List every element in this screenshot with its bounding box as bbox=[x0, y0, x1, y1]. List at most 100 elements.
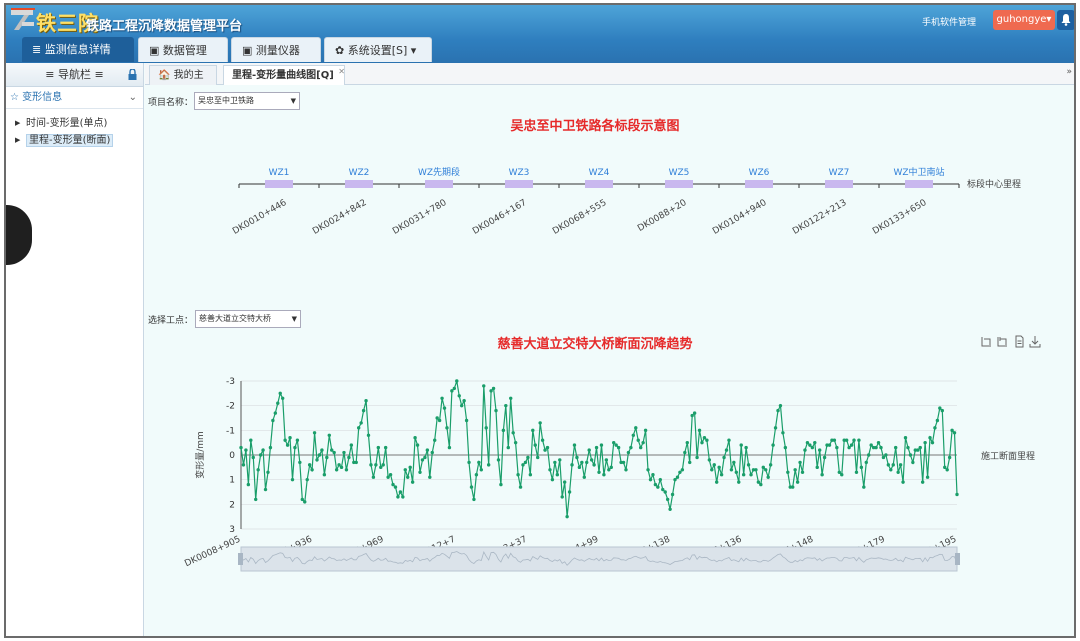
data-point bbox=[484, 426, 488, 430]
data-point bbox=[849, 443, 854, 447]
data-point bbox=[263, 487, 268, 492]
data-point bbox=[472, 497, 476, 502]
chevron-down-icon: ⌄ bbox=[128, 92, 137, 103]
segment-bar bbox=[585, 180, 613, 188]
data-point bbox=[609, 465, 613, 470]
segment-label: WZ先期段 bbox=[418, 166, 460, 178]
data-point bbox=[565, 514, 569, 519]
data-point bbox=[241, 463, 246, 467]
data-point bbox=[712, 463, 716, 467]
document-icon: ▣ bbox=[149, 44, 160, 57]
data-point bbox=[361, 408, 366, 413]
point-select-value: 慈善大道立交特大桥 bbox=[199, 314, 271, 323]
data-point bbox=[778, 403, 783, 408]
tab-home[interactable]: 🏠 我的主页 bbox=[149, 65, 217, 100]
data-point bbox=[469, 485, 474, 489]
data-point bbox=[322, 473, 327, 477]
close-icon[interactable]: ✕ bbox=[338, 62, 345, 81]
download-icon[interactable] bbox=[1029, 336, 1041, 348]
data-point bbox=[423, 455, 427, 460]
data-point bbox=[827, 443, 832, 447]
data-point bbox=[410, 480, 415, 484]
user-menu-button[interactable]: guhongye▾ bbox=[993, 10, 1055, 30]
data-point bbox=[695, 455, 699, 460]
data-point bbox=[398, 490, 403, 494]
diagram-title: 吴忠至中卫铁路各标段示意图 bbox=[510, 119, 680, 134]
point-select[interactable]: 慈善大道立交特大桥 ▼ bbox=[195, 310, 301, 328]
data-point bbox=[641, 440, 645, 445]
app-title: 铁路工程沉降数据管理平台 bbox=[86, 19, 243, 34]
mobile-software-link[interactable]: 手机软件管理 bbox=[922, 15, 976, 28]
data-point bbox=[577, 465, 582, 470]
data-point bbox=[893, 445, 898, 450]
data-point bbox=[516, 473, 520, 477]
data-point bbox=[381, 463, 385, 467]
data-point bbox=[690, 413, 694, 418]
data-point bbox=[354, 460, 358, 465]
data-point bbox=[754, 468, 758, 472]
data-point bbox=[347, 455, 351, 460]
data-point bbox=[251, 455, 255, 460]
data-point bbox=[629, 445, 633, 450]
segment-bar bbox=[745, 180, 773, 188]
menu-system-settings[interactable]: ✿ 系统设置[S] ▾ bbox=[324, 37, 432, 62]
data-point bbox=[638, 445, 643, 450]
data-view-icon[interactable] bbox=[1015, 335, 1024, 348]
sidebar-section-deformation[interactable]: ☆ 变形信息 ⌄ bbox=[6, 87, 143, 109]
tab-mileage-curve[interactable]: 里程-变形量曲线图[Q] ✕ bbox=[223, 65, 345, 85]
lock-icon[interactable] bbox=[128, 69, 137, 80]
data-point bbox=[844, 438, 849, 442]
data-point bbox=[342, 450, 346, 455]
data-point bbox=[670, 492, 675, 497]
data-point bbox=[442, 406, 447, 410]
data-point bbox=[491, 386, 496, 391]
data-point bbox=[658, 477, 663, 482]
data-point bbox=[673, 477, 677, 482]
sidebar-item-time-deformation[interactable]: ▶ 时间-变形量(单点) bbox=[12, 115, 143, 132]
data-point bbox=[315, 458, 319, 462]
data-point bbox=[406, 475, 410, 479]
dropdown-arrow-icon: ▼ bbox=[290, 97, 296, 105]
data-point bbox=[952, 431, 957, 435]
data-point bbox=[339, 465, 344, 470]
project-select[interactable]: 吴忠至中卫铁路 ▼ bbox=[194, 92, 300, 110]
data-point bbox=[614, 443, 618, 447]
data-point bbox=[719, 473, 724, 477]
data-point bbox=[920, 480, 925, 484]
data-point bbox=[908, 453, 913, 457]
data-point bbox=[383, 445, 388, 450]
dropdown-arrow-icon: ▼ bbox=[291, 315, 297, 323]
data-point bbox=[864, 460, 868, 465]
data-point bbox=[776, 408, 780, 413]
data-point bbox=[943, 465, 947, 470]
data-point bbox=[489, 389, 493, 393]
data-point bbox=[337, 463, 341, 467]
data-point bbox=[558, 458, 562, 462]
data-point bbox=[290, 477, 295, 482]
data-point bbox=[925, 475, 930, 479]
zoom-reset-icon[interactable] bbox=[997, 337, 1007, 347]
notification-button[interactable] bbox=[1057, 10, 1074, 30]
sidebar-item-mileage-deformation[interactable]: ▶ 里程-变形量(断面) bbox=[12, 132, 143, 149]
data-point bbox=[513, 440, 518, 445]
data-point bbox=[379, 465, 383, 470]
segment-bar bbox=[425, 180, 453, 188]
point-label: 选择工点： bbox=[148, 316, 194, 326]
menu-monitoring-details[interactable]: ≣ 监测信息详情[Q] bbox=[22, 37, 134, 81]
menu-instruments[interactable]: ▣ 测量仪器[M] bbox=[231, 37, 321, 82]
data-point bbox=[876, 440, 881, 445]
data-point bbox=[918, 445, 922, 450]
data-point bbox=[955, 492, 959, 497]
tabs-overflow-icon[interactable]: » bbox=[1066, 67, 1072, 77]
data-point bbox=[266, 470, 270, 474]
data-point bbox=[506, 445, 510, 450]
trend-chart: -3-2-10123变形量/mm施工断面里程DK0008+905DK0009+9… bbox=[183, 377, 1035, 572]
menu-data-management[interactable]: ▣ 数据管理[M] bbox=[138, 37, 228, 82]
data-point bbox=[320, 448, 324, 452]
zoom-icon[interactable] bbox=[981, 337, 991, 347]
data-point bbox=[312, 431, 317, 435]
data-point bbox=[727, 438, 731, 442]
sidebar: ≡ 导航栏 ≡ ☆ 变形信息 ⌄ ▶ 时间-变形量(单点) ▶ 里程-变形量(断… bbox=[6, 63, 144, 636]
data-point bbox=[418, 470, 422, 474]
data-point bbox=[683, 450, 687, 455]
